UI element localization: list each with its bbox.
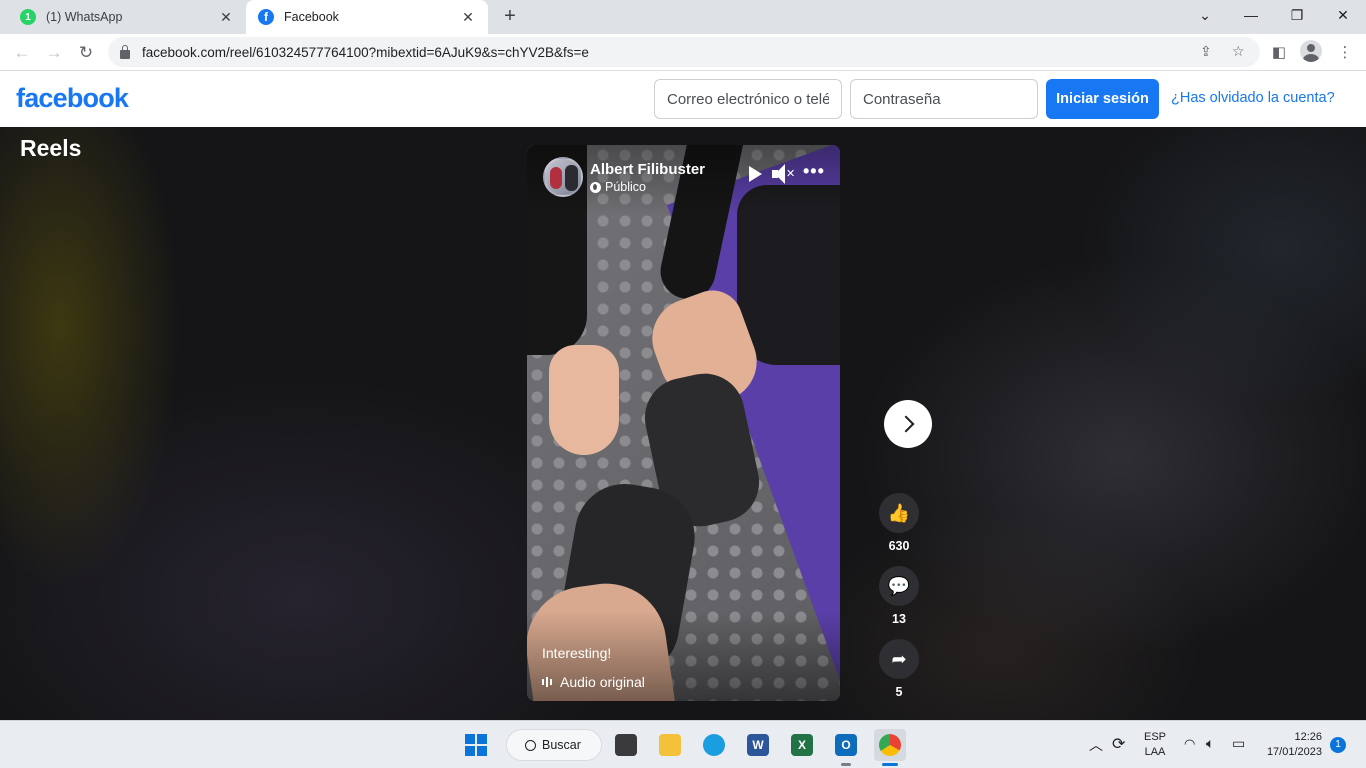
menu-kebab-icon[interactable]: ⋮: [1333, 41, 1357, 65]
windows-logo-icon: [465, 734, 487, 756]
next-reel-button[interactable]: [884, 400, 932, 448]
reel-video[interactable]: Albert Filibuster Público ✕ ••• Interest…: [527, 145, 840, 701]
task-view-button[interactable]: [610, 729, 642, 761]
share-icon[interactable]: ⇪: [1200, 43, 1212, 60]
share-button[interactable]: ➦: [879, 639, 919, 679]
facebook-logo[interactable]: facebook: [16, 83, 129, 114]
sync-icon[interactable]: ⟳: [1112, 734, 1125, 754]
like-count: 630: [888, 539, 910, 553]
start-button[interactable]: [460, 729, 492, 761]
taskbar-search[interactable]: Buscar: [506, 729, 602, 761]
new-tab-button[interactable]: +: [498, 5, 522, 29]
excel-icon: X: [791, 734, 813, 756]
close-window-button[interactable]: ✕: [1320, 0, 1366, 30]
tab-search-icon[interactable]: ⌄: [1182, 0, 1228, 30]
more-options-icon[interactable]: •••: [803, 161, 825, 182]
reload-button[interactable]: ↻: [74, 41, 98, 65]
address-bar[interactable]: facebook.com/reel/610324577764100?mibext…: [108, 37, 1260, 67]
play-icon[interactable]: [749, 166, 762, 182]
share-arrow-icon: ➦: [891, 648, 907, 669]
email-field[interactable]: [654, 79, 842, 119]
side-panel-icon[interactable]: ◧: [1267, 41, 1291, 65]
file-explorer-button[interactable]: [654, 729, 686, 761]
clock[interactable]: 12:26 17/01/2023: [1262, 730, 1322, 760]
author-name[interactable]: Albert Filibuster: [590, 161, 705, 178]
lock-icon[interactable]: [120, 44, 130, 59]
excel-button[interactable]: X: [786, 729, 818, 761]
like-button[interactable]: 👍: [879, 493, 919, 533]
tab-whatsapp[interactable]: 1 (1) WhatsApp ✕: [8, 0, 246, 34]
whatsapp-icon: 1: [20, 9, 36, 25]
browser-toolbar: ← → ↻ facebook.com/reel/610324577764100?…: [0, 34, 1366, 71]
url-text[interactable]: facebook.com/reel/610324577764100?mibext…: [142, 45, 589, 60]
chrome-button[interactable]: [874, 729, 906, 766]
edge-icon: [703, 734, 725, 756]
minimize-button[interactable]: —: [1228, 0, 1274, 30]
chrome-icon: [879, 734, 901, 756]
browser-tab-strip: 1 (1) WhatsApp ✕ f Facebook ✕ + ⌄ — ❐ ✕: [0, 0, 1366, 34]
notification-badge[interactable]: 1: [1330, 737, 1346, 753]
audio-wave-icon: [542, 677, 552, 687]
chevron-right-icon: [897, 415, 914, 433]
close-icon[interactable]: ✕: [218, 9, 234, 26]
language-indicator[interactable]: ESP LAA: [1144, 730, 1166, 760]
comment-icon: 💬: [887, 575, 911, 596]
chevron-up-icon[interactable]: ︿: [1089, 735, 1103, 755]
outlook-button[interactable]: O: [830, 729, 862, 766]
restore-button[interactable]: ❐: [1274, 0, 1320, 30]
folder-icon: [659, 734, 681, 756]
taskbar: Buscar W X O ︿ ⟳ ESP LAA ◠ 🔈︎ ▭ 12:26 17…: [0, 720, 1366, 768]
edge-button[interactable]: [698, 729, 730, 761]
profile-avatar-icon[interactable]: [1300, 40, 1322, 62]
battery-icon[interactable]: ▭: [1232, 735, 1245, 752]
comment-button[interactable]: 💬: [879, 566, 919, 606]
reels-stage: Reels Albert Filibuster Público ✕ ••• In…: [0, 127, 1366, 720]
comment-count: 13: [892, 612, 906, 626]
word-icon: W: [747, 734, 769, 756]
author-avatar[interactable]: [543, 157, 583, 197]
word-button[interactable]: W: [742, 729, 774, 761]
close-icon[interactable]: ✕: [460, 9, 476, 26]
page-title: Reels: [20, 135, 82, 161]
tab-title: (1) WhatsApp: [46, 10, 123, 24]
login-button[interactable]: Iniciar sesión: [1046, 79, 1159, 119]
volume-icon[interactable]: 🔈︎: [1206, 735, 1214, 752]
facebook-icon: f: [258, 9, 274, 25]
privacy-label: Público: [590, 180, 646, 194]
tab-title: Facebook: [284, 10, 339, 24]
forward-button[interactable]: →: [42, 41, 66, 65]
search-icon: [525, 739, 536, 751]
password-field[interactable]: [850, 79, 1038, 119]
reel-caption: Interesting!: [542, 645, 612, 661]
wifi-icon[interactable]: ◠: [1184, 736, 1195, 752]
thumbs-up-icon: 👍: [887, 502, 911, 523]
back-button[interactable]: ←: [10, 41, 34, 65]
share-count: 5: [895, 685, 903, 699]
forgot-account-link[interactable]: ¿Has olvidado la cuenta?: [1171, 90, 1335, 106]
mute-icon[interactable]: ✕: [772, 164, 796, 184]
facebook-header: facebook Iniciar sesión ¿Has olvidado la…: [0, 71, 1366, 127]
task-view-icon: [615, 734, 637, 756]
bookmark-star-icon[interactable]: ☆: [1232, 43, 1245, 60]
tab-facebook[interactable]: f Facebook ✕: [246, 0, 488, 34]
outlook-icon: O: [835, 734, 857, 756]
globe-icon: [590, 181, 601, 193]
audio-label[interactable]: Audio original: [542, 674, 645, 690]
